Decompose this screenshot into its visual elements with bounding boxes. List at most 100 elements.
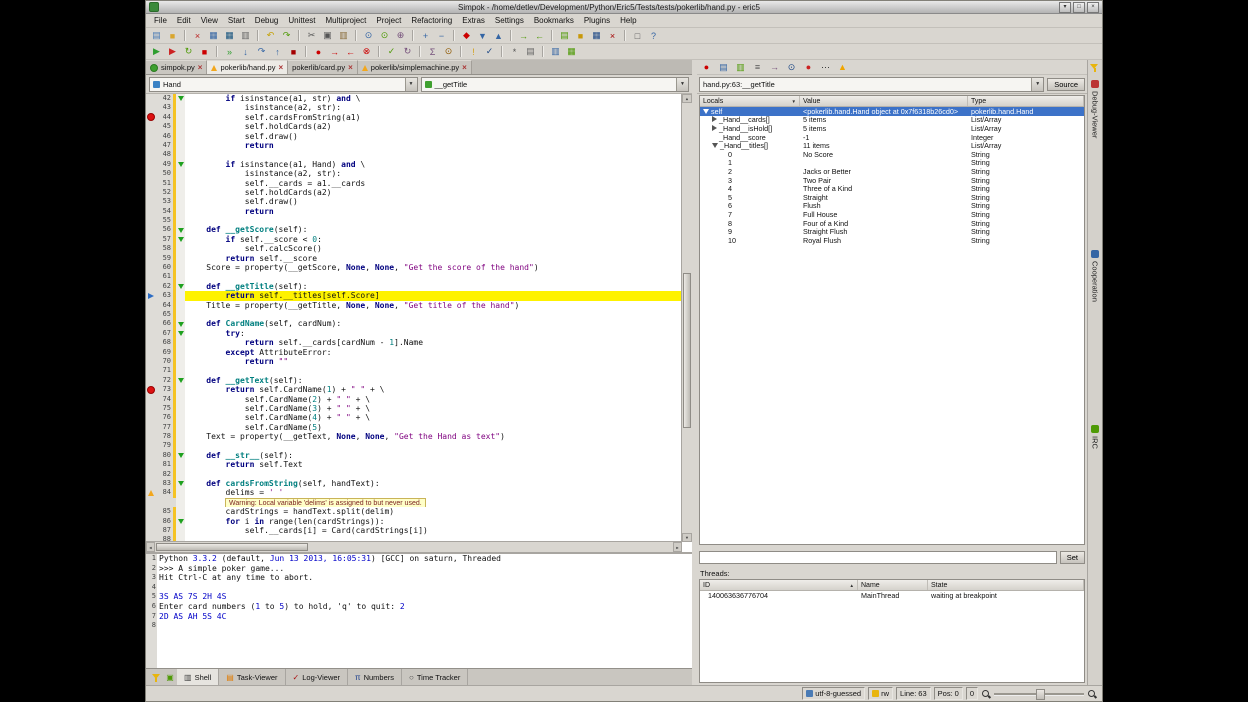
print-icon[interactable]: ▥ [238, 28, 253, 43]
fold-margin[interactable] [176, 103, 185, 112]
threads-header-id[interactable]: ID▲ [700, 580, 858, 590]
save-all-icon[interactable]: ▦ [222, 28, 237, 43]
code-line-73[interactable]: 73 return self.CardName(1) + " " + \ [146, 385, 682, 394]
variable-row-self[interactable]: self<pokerlib.hand.Hand object at 0x7f63… [700, 107, 1084, 116]
panel-tab-numbers[interactable]: πNumbers [348, 669, 402, 685]
fold-margin[interactable] [176, 291, 185, 300]
tab-close-icon[interactable]: × [198, 64, 203, 72]
code-text[interactable]: def CardName(self, cardNum): [185, 319, 682, 328]
code-text[interactable]: Title = property(__getTitle, None, None,… [185, 301, 682, 310]
code-line-45[interactable]: 45 self.holdCards(a2) [146, 122, 682, 131]
code-text[interactable]: self.CardName(2) + " " + \ [185, 395, 682, 404]
marker-margin[interactable] [146, 244, 156, 253]
filter-funnel-icon[interactable] [149, 673, 163, 682]
code-line-87[interactable]: 87 self.__cards[i] = Card(cardStrings[i]… [146, 526, 682, 535]
panel-tab-shell[interactable]: ▥Shell [177, 669, 219, 685]
marker-margin[interactable] [146, 113, 156, 122]
save-icon[interactable]: ▦ [206, 28, 221, 43]
sidebar-tab-cooperation[interactable]: Cooperation [1089, 250, 1101, 302]
scrollbar-thumb[interactable] [156, 543, 308, 551]
code-line-72[interactable]: 72 def __getText(self): [146, 376, 682, 385]
marker-margin[interactable] [146, 376, 156, 385]
threads-header-state[interactable]: State [928, 580, 1084, 590]
code-line-66[interactable]: 66 def CardName(self, cardNum): [146, 319, 682, 328]
menu-start[interactable]: Start [223, 16, 250, 25]
encoding-indicator[interactable]: utf-8-guessed [802, 687, 865, 700]
code-text[interactable]: except AttributeError: [185, 348, 682, 357]
variable-row-6[interactable]: 6FlushString [700, 202, 1084, 211]
project-close-icon[interactable]: × [605, 28, 620, 43]
code-text[interactable]: isinstance(a2, str): [185, 169, 682, 178]
fold-margin[interactable] [176, 329, 185, 338]
goto-line-icon[interactable]: → [516, 28, 531, 43]
fold-margin[interactable] [176, 423, 185, 432]
window-shade-button[interactable]: ▾ [1059, 2, 1071, 13]
code-text[interactable]: return self.__cards[cardNum - 1].Name [185, 338, 682, 347]
fold-margin[interactable] [176, 451, 185, 460]
source-button[interactable]: Source [1047, 78, 1085, 91]
fold-margin[interactable] [176, 207, 185, 216]
code-text[interactable] [185, 150, 682, 159]
marker-margin[interactable] [146, 301, 156, 310]
marker-margin[interactable] [146, 488, 156, 497]
panel-tab-task-viewer[interactable]: ▤Task-Viewer [219, 669, 285, 685]
breakpoint-clear-icon[interactable]: ⊗ [359, 44, 374, 59]
code-text[interactable] [185, 441, 682, 450]
marker-margin[interactable] [146, 423, 156, 432]
editor-tab-pokerlib-simplemachine-py[interactable]: pokerlib/simplemachine.py× [358, 60, 472, 74]
zoom-slider[interactable] [994, 688, 1084, 699]
marker-margin[interactable] [146, 103, 156, 112]
slider-thumb[interactable] [1036, 689, 1045, 700]
scroll-up-icon[interactable]: ▲ [682, 94, 692, 103]
fold-margin[interactable] [176, 348, 185, 357]
fold-margin[interactable] [176, 150, 185, 159]
code-line-52[interactable]: 52 self.holdCards(a2) [146, 188, 682, 197]
code-line-50[interactable]: 50 isinstance(a2, str): [146, 169, 682, 178]
code-line-83[interactable]: 83 def cardsFromString(self, handText): [146, 479, 682, 488]
scroll-down-icon[interactable]: ▼ [682, 533, 692, 542]
code-text[interactable]: try: [185, 329, 682, 338]
marker-margin[interactable] [146, 413, 156, 422]
code-line-54[interactable]: 54 return [146, 207, 682, 216]
marker-margin[interactable] [146, 150, 156, 159]
marker-margin[interactable] [146, 94, 156, 103]
exceptions-tab-icon[interactable]: ▲ [835, 60, 850, 75]
marker-margin[interactable] [146, 272, 156, 281]
fold-margin[interactable] [176, 395, 185, 404]
unittest-icon[interactable]: ✓ [384, 44, 399, 59]
locals-header-locals[interactable]: Locals▼ [700, 96, 800, 106]
fold-margin[interactable] [176, 366, 185, 375]
code-text[interactable]: delims = ' ' [185, 488, 682, 497]
marker-margin[interactable] [146, 338, 156, 347]
fold-margin[interactable] [176, 301, 185, 310]
code-text[interactable]: return [185, 207, 682, 216]
fold-margin[interactable] [176, 441, 185, 450]
variable-row-4[interactable]: 4Three of a KindString [700, 184, 1084, 193]
variable-row-3[interactable]: 3Two PairString [700, 176, 1084, 185]
search-icon[interactable]: ⊙ [361, 28, 376, 43]
marker-margin[interactable] [146, 441, 156, 450]
panel-tab-time-tracker[interactable]: ○Time Tracker [402, 669, 468, 685]
code-text[interactable]: if isinstance(a1, str) and \ [185, 94, 682, 103]
profile-icon[interactable]: Σ [425, 44, 440, 59]
code-text[interactable] [185, 310, 682, 319]
interrupt-icon[interactable]: ● [801, 60, 816, 75]
code-line-84[interactable]: 84 delims = ' ' [146, 488, 682, 497]
variable-row-1[interactable]: 1String [700, 159, 1084, 168]
fold-margin[interactable] [176, 122, 185, 131]
bookmark-toggle-icon[interactable]: ◆ [459, 28, 474, 43]
fold-margin[interactable] [176, 254, 185, 263]
code-text[interactable] [185, 366, 682, 375]
menu-view[interactable]: View [196, 16, 223, 25]
help-icon[interactable]: ? [646, 28, 661, 43]
marker-margin[interactable] [146, 179, 156, 188]
code-text[interactable]: self.cardsFromString(a1) [185, 113, 682, 122]
variable-row--hand-titles-[interactable]: _Hand__titles[]11 itemsList/Array [700, 141, 1084, 150]
code-text[interactable]: def __getText(self): [185, 376, 682, 385]
fold-margin[interactable] [176, 357, 185, 366]
fold-margin[interactable] [176, 479, 185, 488]
code-text[interactable]: self.CardName(5) [185, 423, 682, 432]
menu-help[interactable]: Help [615, 16, 641, 25]
variable-row-5[interactable]: 5StraightString [700, 193, 1084, 202]
code-text[interactable]: self.__cards[i] = Card(cardStrings[i]) [185, 526, 682, 535]
